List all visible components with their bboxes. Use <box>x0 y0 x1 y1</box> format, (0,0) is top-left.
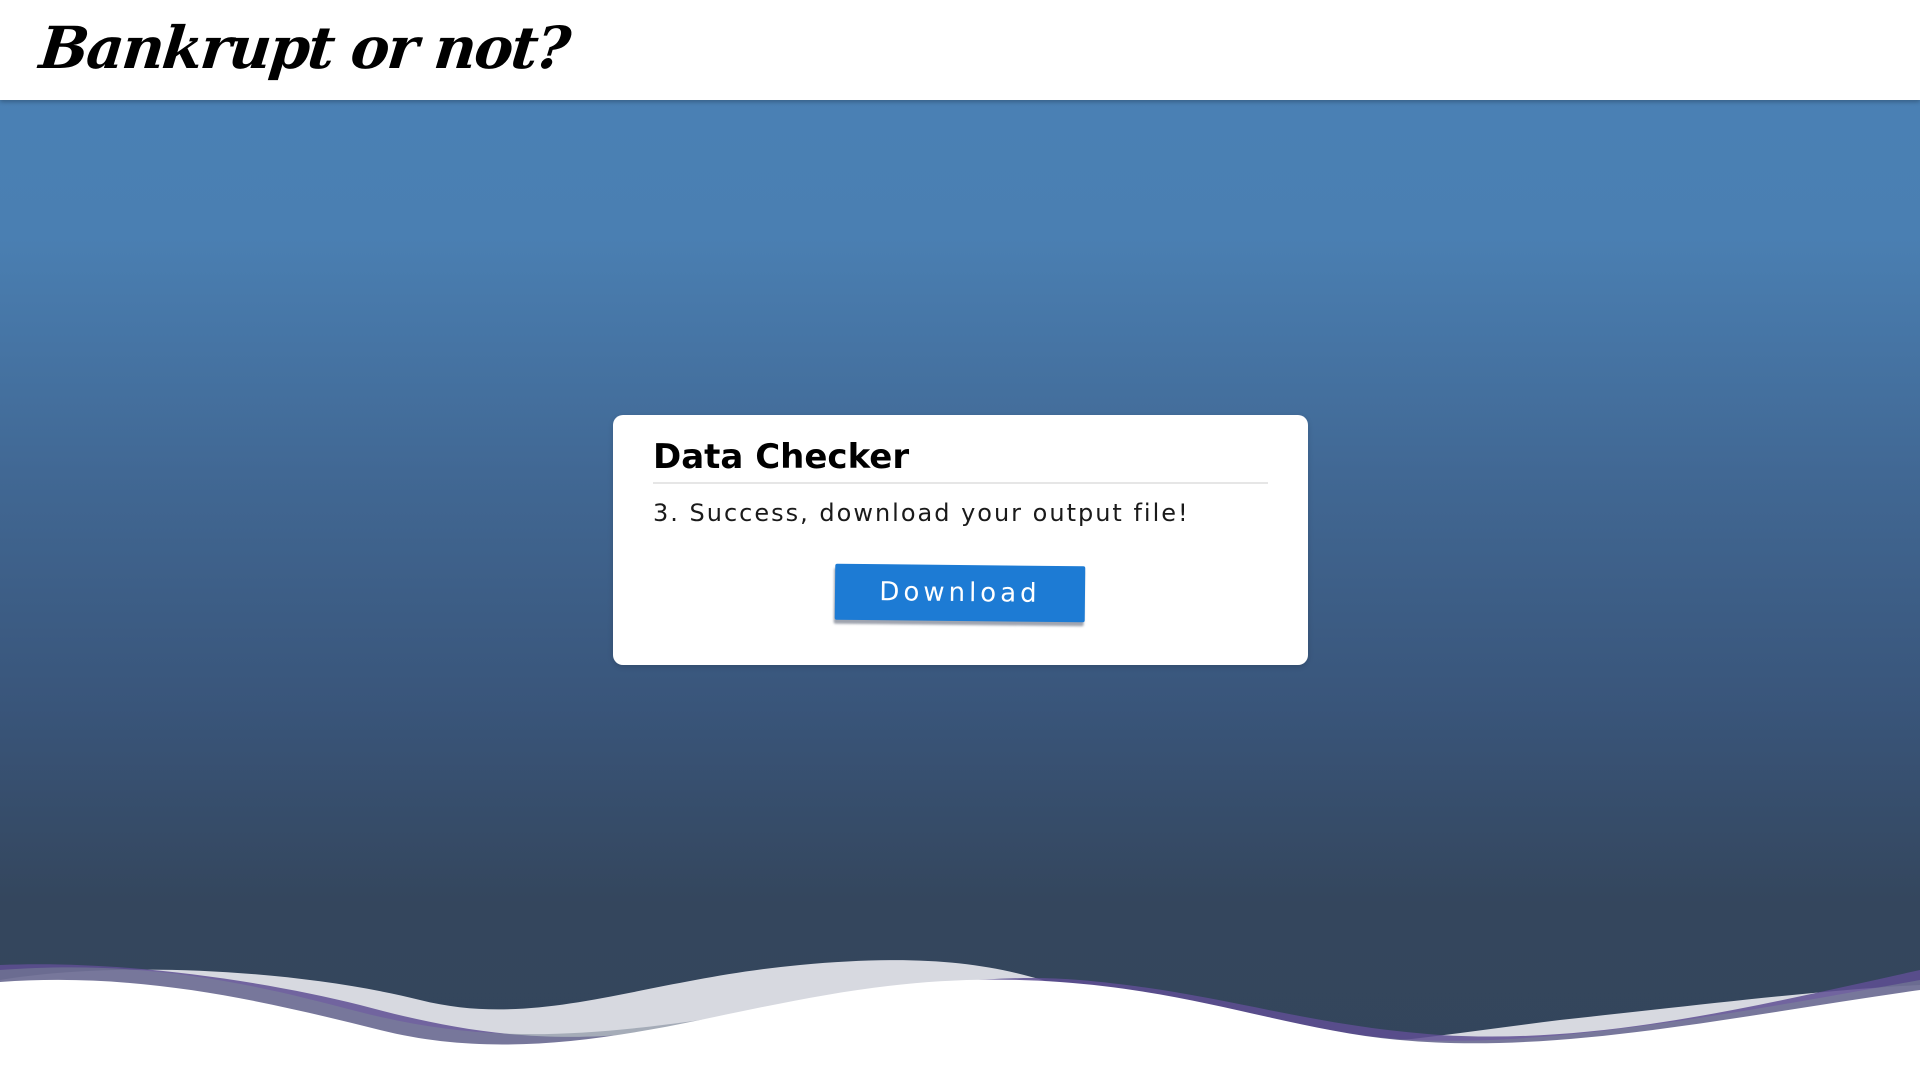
top-bar: Bankrupt or not? <box>0 0 1920 100</box>
data-checker-card: Data Checker 3. Success, download your o… <box>613 415 1308 665</box>
title-divider <box>653 482 1268 484</box>
download-button[interactable]: Download <box>834 563 1086 623</box>
card-title: Data Checker <box>653 437 910 477</box>
success-message: 3. Success, download your output file! <box>653 499 1190 527</box>
brand-logo-text[interactable]: Bankrupt or not? <box>36 8 573 88</box>
